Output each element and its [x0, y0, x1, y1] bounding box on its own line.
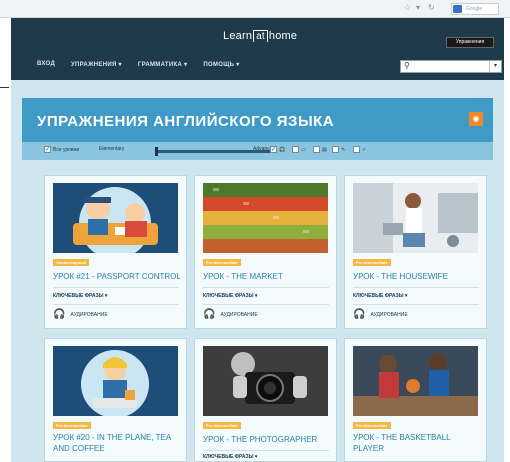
lesson-card[interactable]: Pre-Intermediate УРОК - THE HOUSEWIFE КЛ…	[344, 175, 487, 329]
film-icon: ▭	[301, 146, 306, 153]
divider	[0, 87, 9, 88]
level-badge: Pre-Intermediate	[353, 259, 391, 266]
listening-label: АУДИРОВАНИЕ	[70, 311, 108, 318]
level-badge: Pre-Intermediate	[353, 422, 391, 429]
all-levels-label: Все уровни	[53, 146, 80, 153]
rss-icon[interactable]: ◉	[469, 112, 483, 126]
lesson-title[interactable]: УРОК #20 - IN THE PLANE, TEA AND COFFEE	[53, 432, 181, 454]
level-badge: Pre-Intermediate	[203, 422, 241, 429]
search-tooltip: Упражнения	[446, 37, 494, 48]
logo-text-left: Learn	[223, 30, 253, 42]
lesson-card[interactable]: Pre-Intermediate УРОК #20 - IN THE PLANE…	[44, 338, 187, 462]
headphones-icon: 🎧	[353, 309, 366, 320]
menu-item-grammar[interactable]: ГРАММАТИКА ▾	[138, 61, 188, 68]
lesson-title[interactable]: УРОК - THE HOUSEWIFE	[353, 271, 481, 282]
logo-text-right: home	[268, 30, 298, 42]
search-dropdown-button[interactable]: ▾	[489, 61, 501, 72]
grammar-checkbox[interactable]	[332, 146, 339, 153]
pencil-icon: ✎	[341, 146, 346, 153]
site-logo[interactable]: Learn at home	[223, 30, 297, 42]
menu-item-login[interactable]: ВХОД	[37, 61, 55, 68]
google-logo-icon	[453, 5, 462, 13]
filter-all-levels[interactable]: ✓ Все уровни	[44, 146, 79, 153]
tick-icon: ✓	[362, 146, 367, 153]
filter-video[interactable]: ▭	[292, 146, 306, 153]
video-checkbox[interactable]	[292, 146, 299, 153]
site-header: Learn at home ВХОД УПРАЖНЕНИЯ ▾ ГРАММАТИКА…	[11, 18, 504, 80]
lesson-thumbnail[interactable]	[353, 183, 478, 253]
lesson-thumbnail[interactable]	[203, 183, 328, 253]
filter-audio[interactable]: ✓ 🎧	[270, 146, 285, 153]
browser-toolbar: ☆ ▾ ↻ Google	[0, 0, 510, 18]
dropdown-arrow-icon[interactable]: ▾	[416, 3, 420, 12]
lesson-thumbnail[interactable]	[53, 346, 178, 416]
divider	[203, 287, 329, 288]
menu-item-help[interactable]: ПОМОЩЬ ▾	[203, 61, 239, 68]
lesson-title[interactable]: УРОК #21 - PASSPORT CONTROL	[53, 271, 181, 282]
divider	[203, 450, 329, 451]
main-menu: ВХОД УПРАЖНЕНИЯ ▾ ГРАММАТИКА ▾ ПОМОЩЬ ▾	[37, 61, 240, 68]
listening-label: АУДИРОВАНИЕ	[370, 311, 408, 318]
filter-quiz[interactable]: ✓	[353, 146, 366, 153]
headphones-icon: 🎧	[53, 309, 66, 320]
lesson-title[interactable]: УРОК - THE PHOTOGRAPHER	[203, 434, 331, 445]
listening-link[interactable]: 🎧 АУДИРОВАНИЕ	[53, 309, 108, 320]
reload-icon[interactable]: ↻	[428, 3, 435, 12]
listening-link[interactable]: 🎧 АУДИРОВАНИЕ	[353, 309, 408, 320]
key-phrases-toggle[interactable]: КЛЮЧЕВЫЕ ФРАЗЫ ▾	[353, 293, 407, 299]
lesson-card[interactable]: Pre-Intermediate УРОК - THE BASKETBALL P…	[344, 338, 487, 462]
listening-label: АУДИРОВАНИЕ	[220, 311, 258, 318]
menu-item-exercises[interactable]: УПРАЖНЕНИЯ ▾	[71, 61, 122, 68]
lesson-title[interactable]: УРОК - THE MARKET	[203, 271, 331, 282]
logo-house-mark: at	[253, 30, 268, 42]
key-phrases-toggle[interactable]: КЛЮЧЕВЫЕ ФРАЗЫ ▾	[53, 293, 107, 299]
level-badge: Pre-Intermediate	[203, 259, 241, 266]
lesson-card[interactable]: Pre-Intermediate УРОК - THE PHOTOGRAPHER…	[194, 338, 337, 462]
all-levels-checkbox[interactable]: ✓	[44, 146, 51, 153]
level-min-label: Elementary	[99, 146, 125, 152]
audio-checkbox[interactable]: ✓	[270, 146, 277, 153]
page-title: УПРАЖНЕНИЯ АНГЛИЙСКОГО ЯЗЫКА	[37, 113, 335, 130]
quiz-checkbox[interactable]	[353, 146, 360, 153]
lesson-title[interactable]: УРОК - THE BASKETBALL PLAYER	[353, 432, 481, 454]
filter-text[interactable]: ▤	[313, 146, 327, 153]
lesson-card[interactable]: Pre-Intermediate УРОК - THE MARKET КЛЮЧЕ…	[194, 175, 337, 329]
headphones-icon: 🎧	[203, 309, 216, 320]
page-title-bar: УПРАЖНЕНИЯ АНГЛИЙСКОГО ЯЗЫКА ◉	[22, 98, 493, 142]
bookmark-star-icon[interactable]: ☆	[404, 3, 411, 12]
lesson-thumbnail[interactable]	[53, 183, 178, 253]
search-icon[interactable]: ⚲	[404, 61, 410, 70]
divider	[353, 304, 479, 305]
divider	[53, 304, 179, 305]
headphones-icon: 🎧	[279, 146, 286, 153]
divider	[203, 304, 329, 305]
listening-link[interactable]: 🎧 АУДИРОВАНИЕ	[203, 309, 258, 320]
text-checkbox[interactable]	[313, 146, 320, 153]
divider	[353, 287, 479, 288]
lesson-card[interactable]: Элементарный УРОК #21 - PASSPORT CONTROL…	[44, 175, 187, 329]
filter-grammar[interactable]: ✎	[332, 146, 345, 153]
document-icon: ▤	[322, 146, 327, 153]
level-badge: Элементарный	[53, 259, 89, 266]
level-badge: Pre-Intermediate	[53, 422, 91, 429]
lesson-thumbnail[interactable]	[203, 346, 328, 416]
key-phrases-toggle[interactable]: КЛЮЧЕВЫЕ ФРАЗЫ ▾	[203, 454, 257, 460]
lesson-thumbnail[interactable]	[353, 346, 478, 416]
site-search-input[interactable]: ⚲ ▾	[400, 60, 502, 73]
key-phrases-toggle[interactable]: КЛЮЧЕВЫЕ ФРАЗЫ ▾	[203, 293, 257, 299]
slider-handle[interactable]	[155, 147, 158, 156]
divider	[53, 287, 179, 288]
level-filter-bar: ✓ Все уровни Elementary Advanced ✓ 🎧 ▭ ▤ …	[22, 142, 493, 160]
